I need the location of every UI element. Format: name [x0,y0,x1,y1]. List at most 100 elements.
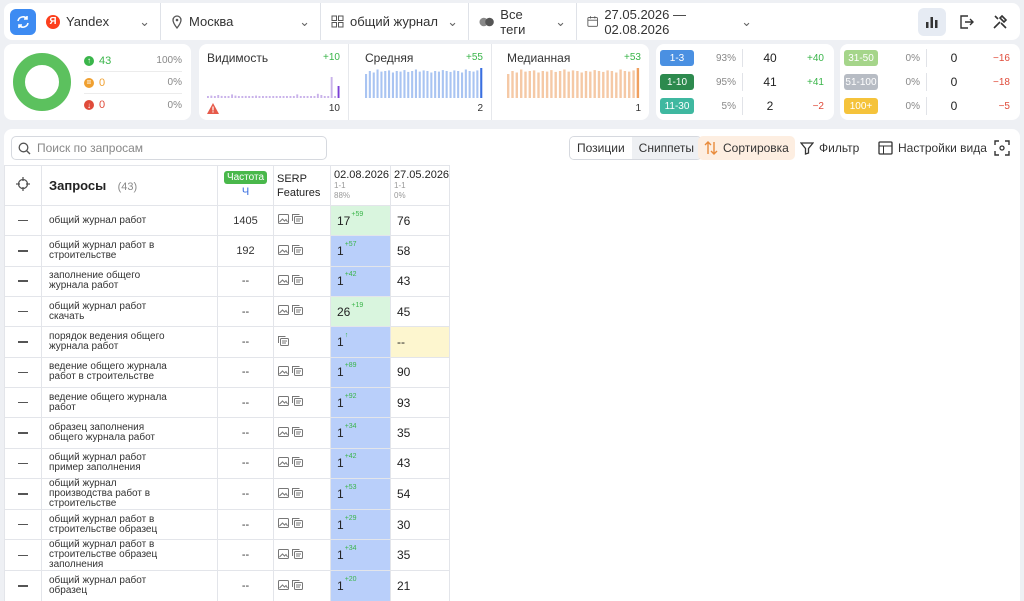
tags-select[interactable]: Все теги ⌄ [469,3,577,40]
query-cell[interactable]: общий журнал работ [41,204,218,237]
metric-visibility[interactable]: Видимость +10 10 [199,44,349,120]
query-cell[interactable]: общий журнал работ в строительстве образ… [41,539,218,572]
range-row[interactable]: 1-3 93% 40 +40 [660,48,830,68]
table-row[interactable]: общий журнал производства работ в строит… [4,478,451,511]
table-row[interactable]: общий журнал работ в строительстве 192 1+… [4,235,451,267]
previous-position-cell[interactable]: 30 [389,509,451,541]
range-row[interactable]: 51-100 0% 0 −18 [844,72,1016,92]
serp-header[interactable]: SERP Features [273,165,331,206]
row-toggle[interactable] [4,326,42,358]
region-select[interactable]: Москва ⌄ [161,3,321,40]
previous-position-cell[interactable]: 43 [389,265,451,298]
query-cell[interactable]: общий журнал производства работ в строит… [41,478,218,511]
range-row[interactable]: 100+ 0% 0 −5 [844,96,1016,116]
serp-features-cell[interactable] [273,296,331,328]
previous-position-cell[interactable]: 93 [389,387,451,419]
metric-average[interactable]: Средняя +55 2 [357,44,492,120]
row-toggle[interactable] [4,447,42,480]
position-cell[interactable]: 1+53 [330,478,391,511]
row-toggle[interactable] [4,296,42,328]
table-row[interactable]: заполнение общего журнала работ -- 1+42 43 [4,265,451,298]
row-toggle[interactable] [4,204,42,237]
table-row[interactable]: общий журнал работ скачать -- 26+19 45 [4,296,451,328]
position-cell[interactable]: 1+29 [330,509,391,541]
serp-features-cell[interactable] [273,204,331,237]
position-cell[interactable]: 1↑ [330,326,391,358]
range-row[interactable]: 11-30 5% 2 −2 [660,96,830,116]
serp-features-cell[interactable] [273,509,331,541]
frequency-header[interactable]: Частота Ч [217,165,274,206]
query-cell[interactable]: порядок ведения общего журнала работ [41,326,218,358]
query-cell[interactable]: общий журнал работ в строительстве образ… [41,509,218,541]
row-toggle[interactable] [4,356,42,389]
position-cell[interactable]: 1+89 [330,356,391,389]
position-cell[interactable]: 17+59 [330,204,391,237]
serp-features-cell[interactable] [273,356,331,389]
previous-position-cell[interactable]: 54 [389,478,451,511]
query-cell[interactable]: общий журнал работ в строительстве [41,235,218,267]
fullscreen-button[interactable] [988,136,1016,160]
target-header[interactable] [4,165,42,206]
search-input[interactable]: Поиск по запросам [11,136,327,160]
query-cell[interactable]: заполнение общего журнала работ [41,265,218,298]
previous-position-cell[interactable]: -- [389,326,451,358]
query-cell[interactable]: ведение общего журнала работ в строитель… [41,356,218,389]
serp-features-cell[interactable] [273,387,331,419]
filter-button[interactable]: Фильтр [794,136,865,160]
previous-position-cell[interactable]: 35 [389,539,451,572]
table-row[interactable]: общий журнал работ в строительстве образ… [4,539,451,572]
table-row[interactable]: образец заполнения общего журнала работ -… [4,417,451,449]
query-cell[interactable]: общий журнал работ пример заполнения [41,447,218,480]
tab-snippets[interactable]: Сниппеты [631,137,702,159]
engine-select[interactable]: Я Yandex ⌄ [36,3,161,40]
sort-button[interactable]: Сортировка [698,136,795,160]
previous-position-cell[interactable]: 90 [389,356,451,389]
query-cell[interactable]: образец заполнения общего журнала работ [41,417,218,449]
previous-position-cell[interactable]: 35 [389,417,451,449]
previous-position-cell[interactable]: 76 [389,204,451,237]
row-toggle[interactable] [4,509,42,541]
previous-position-cell[interactable]: 43 [389,447,451,480]
serp-features-cell[interactable] [273,235,331,267]
position-cell[interactable]: 1+57 [330,235,391,267]
table-row[interactable]: ведение общего журнала работ в строитель… [4,356,451,389]
tools-button[interactable] [986,8,1014,36]
date1-header[interactable]: 02.08.2026 1-1 88% [330,165,391,206]
position-cell[interactable]: 26+19 [330,296,391,328]
serp-features-cell[interactable] [273,326,331,358]
metric-median[interactable]: Медианная +53 1 [499,44,649,120]
group-select[interactable]: общий журнал ра ⌄ [321,3,469,40]
table-row[interactable]: общий журнал работ 1405 17+59 76 [4,204,451,237]
query-cell[interactable]: общий журнал работ скачать [41,296,218,328]
table-row[interactable]: ведение общего журнала работ -- 1+92 93 [4,387,451,419]
refresh-button[interactable] [10,8,36,35]
row-toggle[interactable] [4,417,42,449]
serp-features-cell[interactable] [273,447,331,480]
serp-features-cell[interactable] [273,265,331,298]
previous-position-cell[interactable]: 45 [389,296,451,328]
position-cell[interactable]: 1+42 [330,265,391,298]
query-cell[interactable]: общий журнал работ образец [41,570,218,601]
previous-position-cell[interactable]: 21 [389,570,451,601]
query-cell[interactable]: ведение общего журнала работ [41,387,218,419]
row-toggle[interactable] [4,478,42,511]
date2-header[interactable]: 27.05.2026 1-1 0% [389,165,451,206]
position-cell[interactable]: 1+42 [330,447,391,480]
previous-position-cell[interactable]: 58 [389,235,451,267]
position-cell[interactable]: 1+34 [330,539,391,572]
range-row[interactable]: 1-10 95% 41 +41 [660,72,830,92]
position-cell[interactable]: 1+34 [330,417,391,449]
position-cell[interactable]: 1+20 [330,570,391,601]
serp-features-cell[interactable] [273,417,331,449]
row-toggle[interactable] [4,387,42,419]
serp-features-cell[interactable] [273,478,331,511]
table-row[interactable]: общий журнал работ в строительстве образ… [4,509,451,541]
tab-positions[interactable]: Позиции [570,137,632,159]
charts-button[interactable] [918,7,946,36]
table-row[interactable]: общий журнал работ пример заполнения -- 1… [4,447,451,480]
view-settings-button[interactable]: Настройки вида [872,136,993,160]
export-button[interactable] [952,8,980,36]
table-row[interactable]: порядок ведения общего журнала работ -- 1↑… [4,326,451,358]
row-toggle[interactable] [4,235,42,267]
range-row[interactable]: 31-50 0% 0 −16 [844,48,1016,68]
